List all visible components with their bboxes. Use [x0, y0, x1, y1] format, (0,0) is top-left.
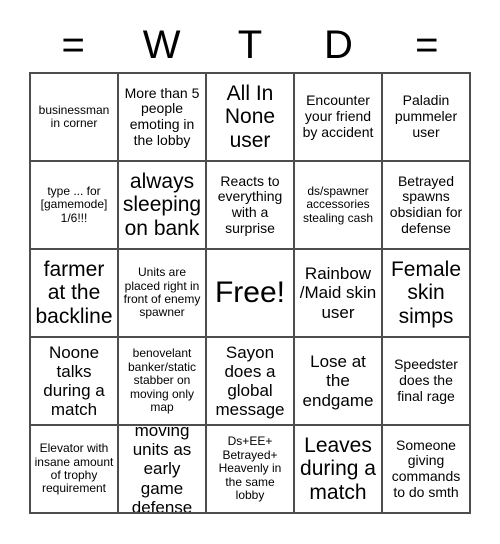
bingo-cell-label: Betrayed spawns obsidian for defense	[389, 172, 463, 236]
bingo-header: = W T D =	[29, 18, 471, 72]
bingo-cell-r1c3[interactable]: All In None user	[207, 74, 295, 162]
bingo-cell-r4c2[interactable]: benovelant banker/static stabber on movi…	[119, 338, 207, 426]
bingo-cell-r4c4[interactable]: Lose at the endgame	[295, 338, 383, 426]
bingo-cell-r2c3[interactable]: Reacts to everything with a surprise	[207, 162, 295, 250]
bingo-cell-r5c3[interactable]: Ds+EE+ Betrayed+ Heavenly in the same lo…	[207, 426, 295, 514]
bingo-cell-r5c5[interactable]: Someone giving commands to do smth	[383, 426, 471, 514]
bingo-cell-label: Elevator with insane amount of trophy re…	[34, 441, 114, 496]
bingo-cell-r3c5[interactable]: Female skin simps	[383, 250, 471, 338]
bingo-cell-r4c3[interactable]: Sayon does a global message	[207, 338, 295, 426]
bingo-cell-label: Someone giving commands to do smth	[391, 436, 461, 500]
bingo-cell-label: Female skin simps	[390, 257, 462, 328]
bingo-cell-r1c5[interactable]: Paladin pummeler user	[383, 74, 471, 162]
bingo-cell-r1c4[interactable]: Encounter your friend by accident	[295, 74, 383, 162]
bingo-cell-label: More than 5 people emoting in the lobby	[124, 84, 200, 148]
bingo-header-letter-4: D	[323, 23, 353, 67]
bingo-cell-r4c5[interactable]: Speedster does the final rage	[383, 338, 471, 426]
bingo-header-letter-3: T	[237, 23, 263, 67]
bingo-cell-r2c4[interactable]: ds/spawner accessories stealing cash	[295, 162, 383, 250]
bingo-cell-label: Reacts to everything with a surprise	[217, 172, 283, 236]
bingo-card: = W T D = businessman in corner More tha…	[0, 0, 500, 544]
bingo-cell-r2c5[interactable]: Betrayed spawns obsidian for defense	[383, 162, 471, 250]
bingo-cell-free-space[interactable]: Free!	[207, 250, 295, 338]
bingo-cell-r5c4[interactable]: Leaves during a match	[295, 426, 383, 514]
bingo-cell-label: Sayon does a global message	[215, 342, 285, 420]
bingo-cell-r4c1[interactable]: Noone talks during a match	[31, 338, 119, 426]
bingo-cell-label: type ... for [gamemode] 1/6!!!	[40, 183, 108, 225]
bingo-cell-r3c2[interactable]: Units are placed right in front of enemy…	[119, 250, 207, 338]
bingo-header-letter-1: =	[61, 23, 85, 67]
bingo-cell-r2c1[interactable]: type ... for [gamemode] 1/6!!!	[31, 162, 119, 250]
bingo-cell-label: always sleeping on bank	[122, 169, 202, 240]
bingo-free-space-label: Free!	[214, 276, 286, 310]
bingo-cell-r3c1[interactable]: farmer at the backline	[31, 250, 119, 338]
bingo-cell-r1c1[interactable]: businessman in corner	[31, 74, 119, 162]
bingo-cell-label: Noone talks during a match	[43, 342, 105, 420]
bingo-cell-label: All In None user	[224, 81, 276, 152]
bingo-cell-label: Units are placed right in front of enemy…	[123, 265, 201, 320]
bingo-cell-r1c2[interactable]: More than 5 people emoting in the lobby	[119, 74, 207, 162]
bingo-header-letter-5: =	[415, 23, 439, 67]
bingo-cell-r5c1[interactable]: Elevator with insane amount of trophy re…	[31, 426, 119, 514]
bingo-cell-label: businessman in corner	[38, 102, 110, 130]
bingo-cell-label: farmer at the backline	[35, 257, 113, 328]
bingo-cell-label: Lose at the endgame	[302, 352, 374, 410]
bingo-cell-label: Leaves during a match	[300, 433, 376, 504]
bingo-cell-label: Ds+EE+ Betrayed+ Heavenly in the same lo…	[218, 434, 282, 503]
bingo-cell-label: ds/spawner accessories stealing cash	[302, 183, 374, 225]
bingo-cell-label: Paladin pummeler user	[394, 92, 458, 140]
bingo-cell-label: Rainbow /Maid skin user	[299, 264, 377, 322]
bingo-header-letter-2: W	[142, 23, 181, 67]
bingo-cell-r5c2[interactable]: moving units as early game defense	[119, 426, 207, 514]
bingo-cell-label: Encounter your friend by accident	[302, 92, 374, 140]
bingo-cell-r2c2[interactable]: always sleeping on bank	[119, 162, 207, 250]
bingo-cell-r3c4[interactable]: Rainbow /Maid skin user	[295, 250, 383, 338]
bingo-cell-label: benovelant banker/static stabber on movi…	[127, 346, 197, 415]
bingo-cell-label: moving units as early game defense	[131, 426, 193, 514]
bingo-cell-label: Speedster does the final rage	[394, 356, 458, 404]
bingo-grid: businessman in corner More than 5 people…	[29, 72, 471, 514]
